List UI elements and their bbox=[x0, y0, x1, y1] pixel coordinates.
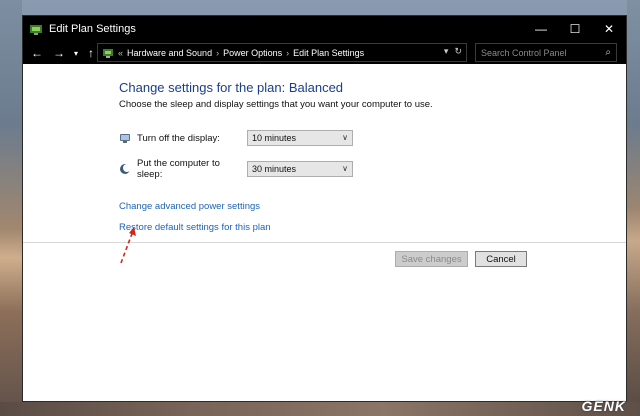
page-title: Change settings for the plan: Balanced bbox=[119, 80, 344, 95]
divider bbox=[23, 242, 626, 243]
save-changes-button[interactable]: Save changes bbox=[395, 251, 468, 267]
chevron-down-icon: ∨ bbox=[342, 133, 348, 142]
desktop-background-bottom bbox=[0, 402, 640, 416]
breadcrumb-hardware-and-sound[interactable]: Hardware and Sound bbox=[127, 48, 212, 58]
cancel-button[interactable]: Cancel bbox=[475, 251, 527, 267]
title-bar[interactable]: Edit Plan Settings — ☐ ✕ bbox=[23, 16, 626, 42]
search-input[interactable]: Search Control Panel ⌕ bbox=[475, 43, 617, 62]
display-timeout-select[interactable]: 10 minutes ∨ bbox=[247, 130, 353, 146]
back-arrow-icon[interactable]: ← bbox=[29, 46, 45, 60]
desktop-background-left bbox=[0, 0, 22, 416]
display-timeout-label: Turn off the display: bbox=[137, 132, 220, 144]
display-timeout-value: 10 minutes bbox=[252, 133, 297, 143]
minimize-button[interactable]: — bbox=[524, 16, 558, 42]
address-bar-row: ← → ▾ ↑ « Hardware and Sound › Power Opt… bbox=[23, 42, 626, 64]
sleep-timeout-select[interactable]: 30 minutes ∨ bbox=[247, 161, 353, 177]
breadcrumb-separator-icon[interactable]: › bbox=[216, 48, 219, 58]
close-button[interactable]: ✕ bbox=[592, 16, 626, 42]
address-dropdown-icon[interactable]: ▾ bbox=[444, 46, 449, 57]
advanced-power-settings-link[interactable]: Change advanced power settings bbox=[119, 201, 260, 212]
sleep-timeout-row: Put the computer to sleep: 30 minutes ∨ bbox=[119, 158, 353, 180]
recent-locations-chevron-icon[interactable]: ▾ bbox=[71, 49, 81, 58]
breadcrumb-separator-icon[interactable]: › bbox=[286, 48, 289, 58]
breadcrumb-overflow-icon[interactable]: « bbox=[118, 48, 123, 58]
refresh-icon[interactable]: ↻ bbox=[454, 46, 462, 57]
annotation-arrow-icon bbox=[120, 227, 136, 264]
maximize-button[interactable]: ☐ bbox=[558, 16, 592, 42]
moon-icon bbox=[120, 164, 131, 174]
edit-plan-settings-window: Edit Plan Settings — ☐ ✕ ← → ▾ ↑ « Hardw… bbox=[22, 15, 627, 402]
address-box[interactable]: « Hardware and Sound › Power Options › E… bbox=[97, 43, 467, 62]
search-icon[interactable]: ⌕ bbox=[605, 47, 611, 58]
chevron-down-icon: ∨ bbox=[342, 164, 348, 173]
breadcrumb-edit-plan-settings[interactable]: Edit Plan Settings bbox=[293, 48, 364, 58]
search-placeholder: Search Control Panel bbox=[481, 47, 567, 58]
sleep-timeout-label: Put the computer to sleep: bbox=[137, 158, 220, 180]
monitor-icon bbox=[120, 134, 130, 143]
power-options-icon bbox=[30, 25, 42, 35]
main-content: Change settings for the plan: Balanced C… bbox=[23, 64, 626, 401]
restore-defaults-link[interactable]: Restore default settings for this plan bbox=[119, 222, 271, 233]
breadcrumb-power-options[interactable]: Power Options bbox=[223, 48, 282, 58]
display-timeout-row: Turn off the display: 10 minutes ∨ bbox=[119, 130, 353, 146]
genk-watermark: GENK bbox=[581, 398, 626, 414]
page-description: Choose the sleep and display settings th… bbox=[119, 99, 433, 110]
sleep-timeout-value: 30 minutes bbox=[252, 164, 297, 174]
window-title: Edit Plan Settings bbox=[49, 23, 136, 35]
forward-arrow-icon[interactable]: → bbox=[51, 46, 67, 60]
desktop-background-right bbox=[627, 0, 640, 416]
control-panel-icon bbox=[103, 48, 113, 58]
